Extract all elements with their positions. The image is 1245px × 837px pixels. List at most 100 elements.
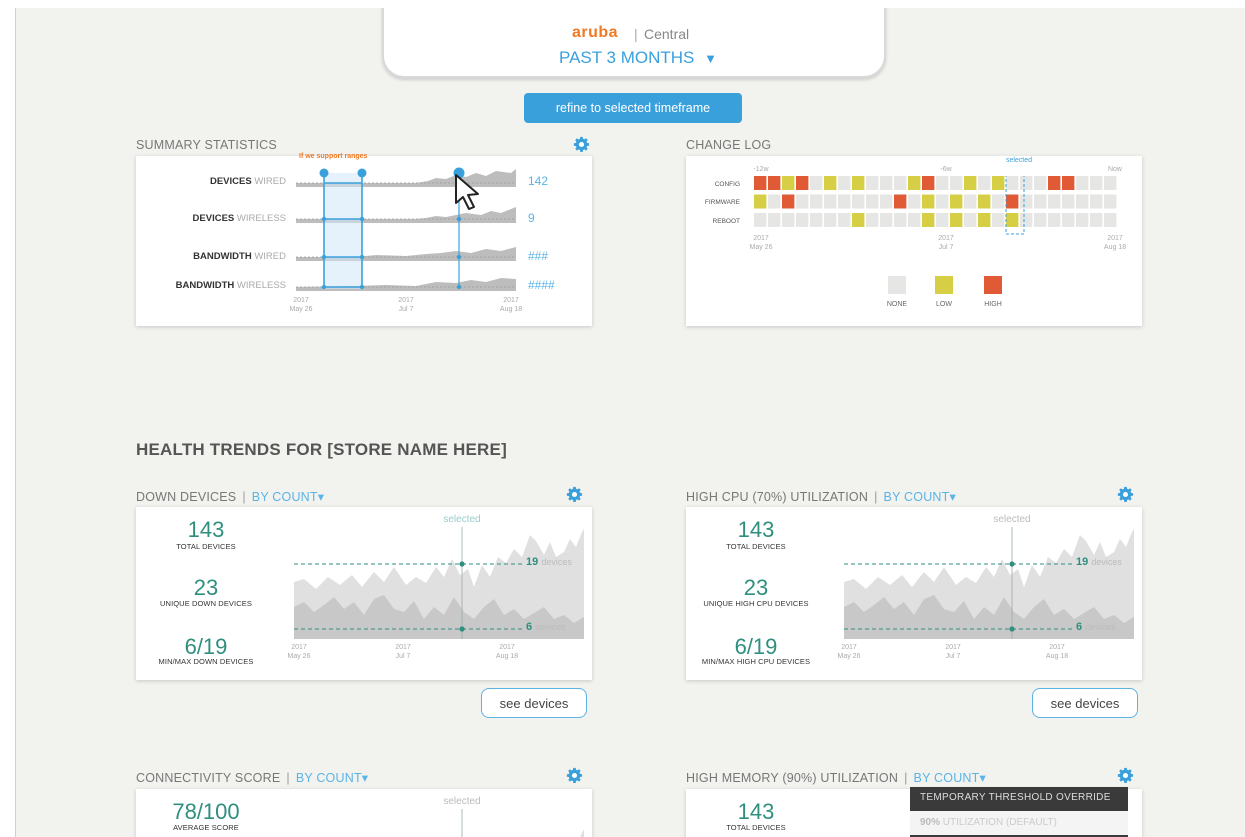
high-cpu-header: HIGH CPU (70%) UTILIZATION | BY COUNT▾ bbox=[686, 490, 956, 504]
chevron-down-icon: ▼ bbox=[704, 51, 718, 66]
connectivity-gear-icon[interactable] bbox=[566, 767, 583, 784]
summary-sparklines bbox=[296, 167, 516, 291]
see-devices-button[interactable]: see devices bbox=[1032, 688, 1138, 718]
changelog-cell bbox=[796, 213, 809, 227]
changelog-cell bbox=[824, 213, 837, 227]
changelog-cell bbox=[782, 194, 795, 209]
by-count-dropdown[interactable]: BY COUNT▾ bbox=[884, 490, 956, 504]
summary-row-value: 142 bbox=[528, 174, 549, 188]
max-devices-label: 19 devices bbox=[1076, 556, 1122, 568]
changelog-cell bbox=[978, 213, 991, 227]
changelog-cell bbox=[754, 213, 767, 227]
min-devices-label: 6 devices bbox=[1076, 621, 1116, 633]
changelog-cell bbox=[964, 176, 977, 190]
chart-tick: 2017 Jul 7 bbox=[945, 644, 961, 660]
changelog-top-tick: Now bbox=[1107, 166, 1122, 173]
legend-none-label: NONE bbox=[886, 301, 908, 308]
legend-high-label: HIGH bbox=[984, 301, 1002, 308]
changelog-cell bbox=[936, 176, 949, 190]
changelog-cell bbox=[1076, 213, 1089, 227]
unique-high-cpu-value: 23 bbox=[743, 575, 769, 600]
chart-tick: 2017 May 26 bbox=[287, 644, 311, 660]
changelog-cell bbox=[1006, 213, 1019, 227]
unique-high-cpu-label: UNIQUE HIGH CPU DEVICES bbox=[703, 599, 809, 608]
changelog-cell bbox=[852, 194, 865, 209]
changelog-cell bbox=[964, 213, 977, 227]
changelog-cell bbox=[992, 213, 1005, 227]
changelog-cell bbox=[880, 213, 893, 227]
changelog-cell bbox=[1048, 194, 1061, 209]
see-devices-button[interactable]: see devices bbox=[481, 688, 587, 718]
by-count-dropdown[interactable]: BY COUNT▾ bbox=[252, 490, 324, 504]
chart-tick: 2017 Jul 7 bbox=[395, 644, 411, 660]
changelog-cell bbox=[978, 176, 991, 190]
changelog-cell bbox=[922, 176, 935, 190]
total-devices-label: TOTAL DEVICES bbox=[726, 542, 786, 551]
changelog-cell bbox=[1020, 194, 1033, 209]
summary-gear-icon[interactable] bbox=[573, 136, 590, 153]
changelog-cell bbox=[1062, 176, 1075, 190]
changelog-heatmap bbox=[754, 176, 1117, 235]
down-devices-card: 143 TOTAL DEVICES 23 UNIQUE DOWN DEVICES… bbox=[136, 507, 592, 680]
refine-timeframe-button[interactable]: refine to selected timeframe bbox=[524, 93, 742, 123]
connectivity-card: 78/100 AVERAGE SCORE selected bbox=[136, 789, 592, 837]
changelog-cell bbox=[894, 176, 907, 190]
selected-label: selected bbox=[443, 514, 481, 525]
down-devices-gear-icon[interactable] bbox=[566, 486, 583, 503]
changelog-cell bbox=[992, 194, 1005, 209]
changelog-cell bbox=[810, 176, 823, 190]
threshold-override-option[interactable]: 90% UTILIZATION (DEFAULT) bbox=[910, 811, 1128, 835]
minmax-high-cpu-label: MIN/MAX HIGH CPU DEVICES bbox=[701, 657, 811, 666]
changelog-cell bbox=[964, 194, 977, 209]
timeframe-dropdown[interactable]: PAST 3 MONTHS ▼ bbox=[559, 48, 717, 68]
changelog-cell bbox=[838, 213, 851, 227]
changelog-cell bbox=[824, 176, 837, 190]
changelog-cell bbox=[1020, 176, 1033, 190]
changelog-selected-label: selected bbox=[1005, 157, 1033, 164]
high-memory-gear-icon[interactable] bbox=[1117, 767, 1134, 784]
changelog-cell bbox=[1048, 213, 1061, 227]
changelog-cell bbox=[1104, 176, 1117, 190]
changelog-card: -12w -6w selected Now CONFIG FIRMWARE RE… bbox=[686, 156, 1142, 326]
by-count-dropdown[interactable]: BY COUNT▾ bbox=[914, 771, 986, 785]
changelog-cell bbox=[768, 194, 781, 209]
legend-low-label: LOW bbox=[936, 301, 952, 308]
min-devices-label: 6 devices bbox=[526, 621, 566, 633]
changelog-top-tick: -12w bbox=[753, 166, 769, 173]
legend-high-swatch bbox=[984, 276, 1002, 294]
threshold-override-menu[interactable]: TEMPORARY THRESHOLD OVERRIDE 90% UTILIZA… bbox=[910, 787, 1128, 837]
ranges-annotation: If we support ranges bbox=[299, 153, 368, 160]
changelog-title: CHANGE LOG bbox=[686, 138, 772, 152]
changelog-cell bbox=[894, 194, 907, 209]
average-score-label: AVERAGE SCORE bbox=[173, 823, 239, 832]
changelog-cell bbox=[1076, 194, 1089, 209]
changelog-cell bbox=[810, 194, 823, 209]
changelog-cell bbox=[866, 213, 879, 227]
high-cpu-card: 143 TOTAL DEVICES 23 UNIQUE HIGH CPU DEV… bbox=[686, 507, 1142, 680]
brand-sub: Central bbox=[644, 26, 690, 42]
changelog-row-label: FIRMWARE bbox=[704, 199, 740, 206]
total-devices-value: 143 bbox=[187, 517, 225, 542]
changelog-cell bbox=[978, 194, 991, 209]
threshold-override-title: TEMPORARY THRESHOLD OVERRIDE bbox=[920, 792, 1111, 803]
summary-row-bandwidth-wired-label: BANDWIDTH WIRED bbox=[193, 251, 286, 262]
changelog-bottom-tick: 2017 Aug 18 bbox=[1103, 235, 1127, 251]
changelog-cell bbox=[922, 213, 935, 227]
minmax-down-label: MIN/MAX DOWN DEVICES bbox=[158, 657, 254, 666]
changelog-bottom-tick: 2017 Jul 7 bbox=[938, 235, 954, 251]
by-count-dropdown[interactable]: BY COUNT▾ bbox=[296, 771, 368, 785]
high-cpu-gear-icon[interactable] bbox=[1117, 486, 1134, 503]
header-panel: aruba | Central PAST 3 MONTHS ▼ bbox=[382, 8, 886, 78]
changelog-cell bbox=[782, 176, 795, 190]
connectivity-area-chart bbox=[461, 809, 584, 837]
dashboard-canvas: aruba | Central PAST 3 MONTHS ▼ refine t… bbox=[15, 8, 1245, 837]
changelog-cell bbox=[1048, 176, 1061, 190]
summary-row-value: ### bbox=[528, 249, 549, 263]
changelog-cell bbox=[950, 194, 963, 209]
changelog-cell bbox=[810, 213, 823, 227]
changelog-cell bbox=[1034, 194, 1047, 209]
changelog-cell bbox=[922, 194, 935, 209]
changelog-cell bbox=[796, 176, 809, 190]
changelog-cell bbox=[768, 213, 781, 227]
changelog-cell bbox=[754, 176, 767, 190]
